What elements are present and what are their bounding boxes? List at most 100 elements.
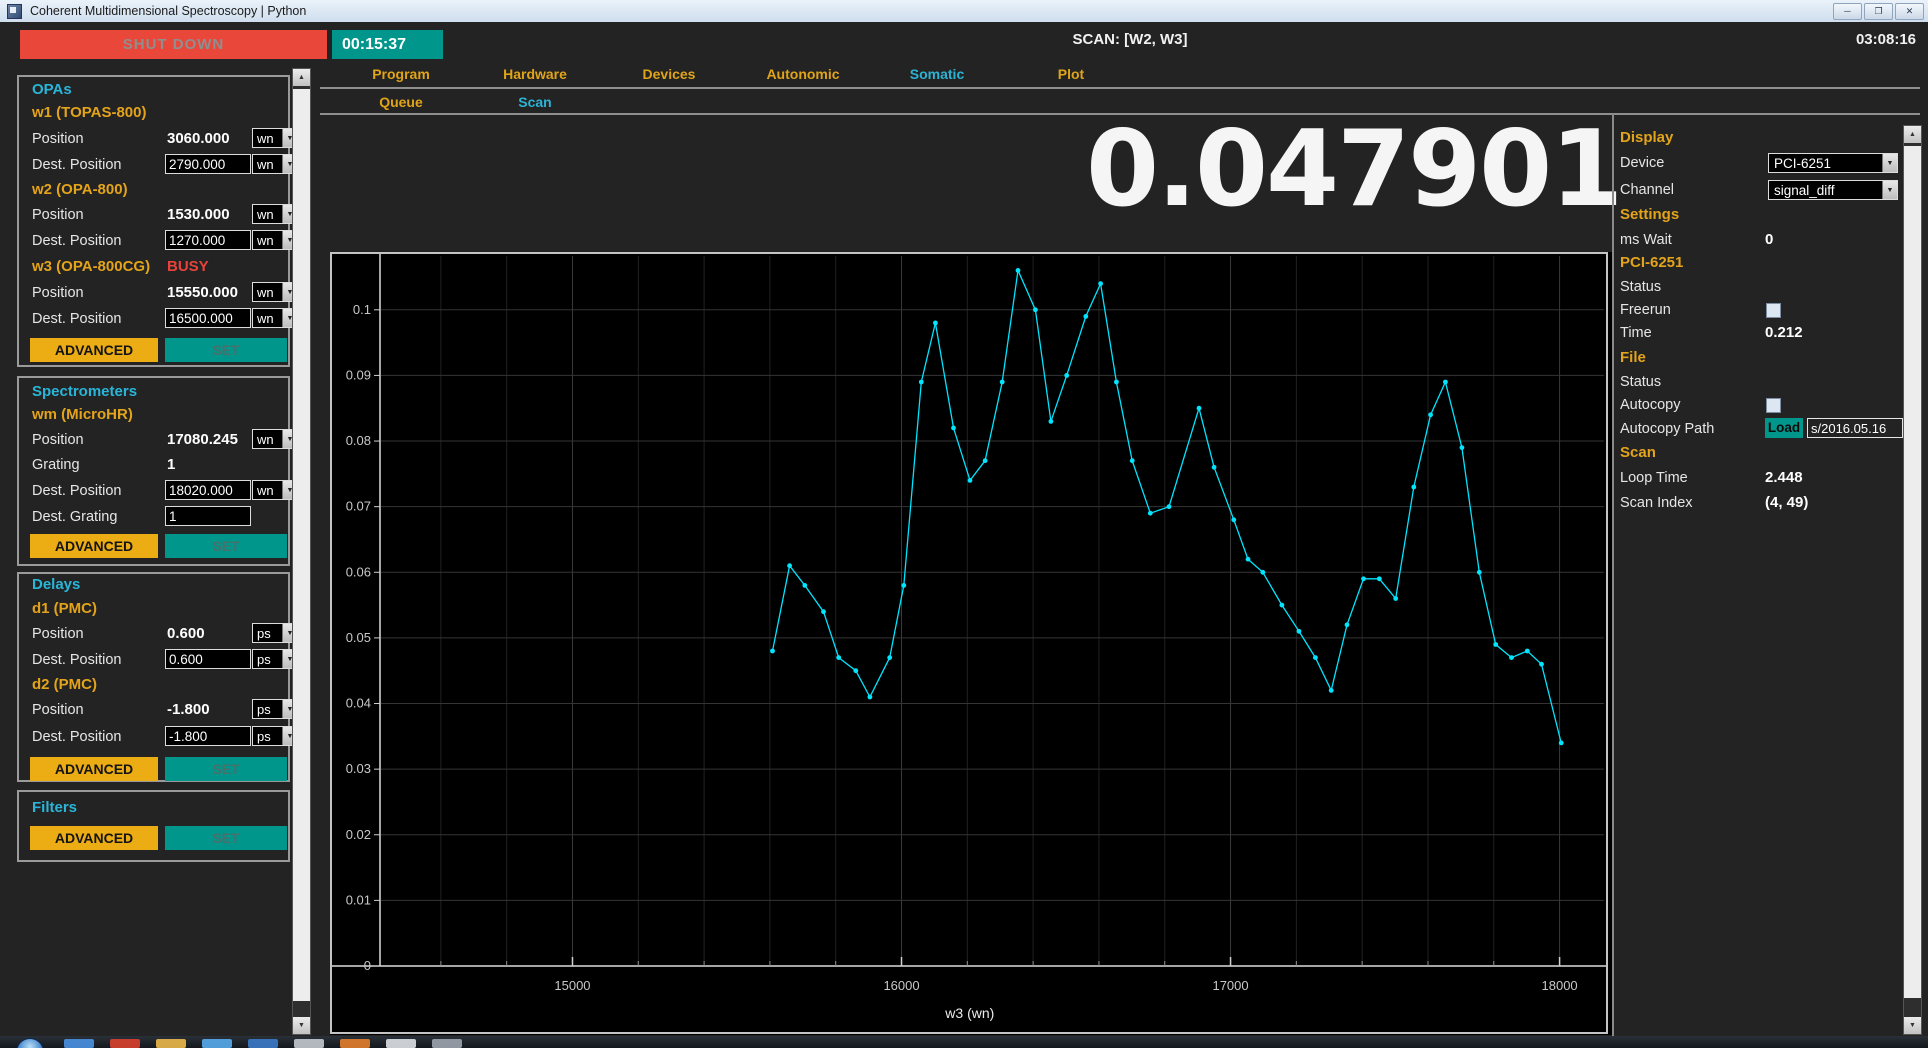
spectrometers-set-button[interactable]: SET bbox=[165, 534, 287, 558]
autocopy-path-row: Autocopy Path Load bbox=[1620, 418, 1902, 440]
delays-advanced-button[interactable]: ADVANCED bbox=[30, 757, 158, 781]
svg-text:0.07: 0.07 bbox=[346, 499, 371, 514]
d2-dest-input[interactable] bbox=[165, 726, 251, 746]
taskbar-app-2[interactable] bbox=[110, 1039, 140, 1048]
taskbar-app-5[interactable] bbox=[248, 1039, 278, 1048]
w3-position-row: Position 15550.000 wn ▼ bbox=[30, 282, 284, 304]
spectrometers-header: Spectrometers bbox=[32, 381, 137, 403]
taskbar[interactable] bbox=[0, 1036, 1928, 1048]
sidebar-scrollbar[interactable]: ▲ ▼ bbox=[292, 68, 311, 1035]
sidebar-scrollbar-thumb[interactable] bbox=[293, 89, 310, 1001]
scan-index-row: Scan Index (4, 49) bbox=[1620, 492, 1902, 514]
scroll-up-icon[interactable]: ▲ bbox=[293, 69, 310, 86]
chevron-down-icon[interactable]: ▼ bbox=[1882, 181, 1897, 199]
device-dropdown[interactable]: PCI-6251 ▼ bbox=[1768, 153, 1898, 173]
tab-autonomic[interactable]: Autonomic bbox=[736, 66, 870, 82]
filters-advanced-button[interactable]: ADVANCED bbox=[30, 826, 158, 850]
w1-position-value: 3060.000 bbox=[167, 128, 249, 150]
close-button[interactable]: ✕ bbox=[1895, 3, 1924, 20]
w1-dest-row: Dest. Position wn ▼ bbox=[30, 154, 284, 176]
wm-position-value: 17080.245 bbox=[167, 429, 249, 451]
scan-header: Scan bbox=[1620, 444, 1656, 461]
chevron-down-icon[interactable]: ▼ bbox=[1882, 154, 1897, 172]
position-label: Position bbox=[32, 128, 84, 150]
tab-underline bbox=[320, 87, 1920, 89]
taskbar-app-7[interactable] bbox=[340, 1039, 370, 1048]
d1-position-row: Position 0.600 ps ▼ bbox=[30, 623, 284, 645]
minimize-button[interactable]: ─ bbox=[1833, 3, 1862, 20]
taskbar-app-6[interactable] bbox=[294, 1039, 324, 1048]
spectrometers-panel: Spectrometers wm (MicroHR) Position 1708… bbox=[17, 376, 290, 566]
w3-busy-badge: BUSY bbox=[167, 256, 209, 278]
tab-devices[interactable]: Devices bbox=[602, 66, 736, 82]
tab-somatic[interactable]: Somatic bbox=[870, 66, 1004, 82]
shutdown-button[interactable]: SHUT DOWN bbox=[20, 30, 327, 59]
tab-plot[interactable]: Plot bbox=[1004, 66, 1138, 82]
start-button[interactable] bbox=[16, 1038, 44, 1048]
filters-set-button[interactable]: SET bbox=[165, 826, 287, 850]
file-header: File bbox=[1620, 349, 1646, 366]
svg-text:0.1: 0.1 bbox=[353, 302, 371, 317]
time-label: Time bbox=[1620, 322, 1652, 344]
tab-hardware[interactable]: Hardware bbox=[468, 66, 602, 82]
scroll-up-icon[interactable]: ▲ bbox=[1904, 126, 1921, 143]
taskbar-app-4[interactable] bbox=[202, 1039, 232, 1048]
pci-header: PCI-6251 bbox=[1620, 254, 1683, 271]
d2-position-row: Position -1.800 ps ▼ bbox=[30, 699, 284, 721]
position-label: Position bbox=[32, 204, 84, 226]
taskbar-app-1[interactable] bbox=[64, 1039, 94, 1048]
channel-label: Channel bbox=[1620, 179, 1674, 201]
svg-text:15000: 15000 bbox=[554, 978, 590, 993]
device-row: Device PCI-6251 ▼ bbox=[1620, 152, 1902, 174]
scan-status: SCAN: [W2, W3] bbox=[940, 30, 1320, 50]
delays-set-button[interactable]: SET bbox=[165, 757, 287, 781]
ms-wait-row: ms Wait 0 bbox=[1620, 229, 1902, 251]
d2-header: d2 (PMC) bbox=[32, 674, 97, 696]
loop-time-value: 2.448 bbox=[1765, 467, 1803, 489]
freerun-row: Freerun bbox=[1620, 299, 1902, 321]
d1-position-value: 0.600 bbox=[167, 623, 249, 645]
pci-status-row: Status bbox=[1620, 276, 1902, 298]
freerun-checkbox[interactable] bbox=[1766, 303, 1781, 318]
spectrometers-advanced-button[interactable]: ADVANCED bbox=[30, 534, 158, 558]
opas-advanced-button[interactable]: ADVANCED bbox=[30, 338, 158, 362]
delays-header: Delays bbox=[32, 574, 80, 596]
d1-dest-input[interactable] bbox=[165, 649, 251, 669]
maximize-button[interactable]: ❐ bbox=[1864, 3, 1893, 20]
taskbar-app-3[interactable] bbox=[156, 1039, 186, 1048]
opas-header: OPAs bbox=[32, 79, 72, 101]
position-label: Position bbox=[32, 282, 84, 304]
opas-set-button[interactable]: SET bbox=[165, 338, 287, 362]
autocopy-checkbox[interactable] bbox=[1766, 398, 1781, 413]
taskbar-app-8[interactable] bbox=[386, 1039, 416, 1048]
w2-dest-input[interactable] bbox=[165, 230, 251, 250]
right-panel-scrollbar-thumb[interactable] bbox=[1904, 146, 1921, 998]
file-status-row: Status bbox=[1620, 371, 1902, 393]
scan-index-value: (4, 49) bbox=[1765, 492, 1808, 514]
taskbar-app-9[interactable] bbox=[432, 1039, 462, 1048]
time-value: 0.212 bbox=[1765, 322, 1803, 344]
right-panel-scrollbar[interactable]: ▲ ▼ bbox=[1903, 125, 1922, 1035]
wm-dest-grating-input[interactable] bbox=[165, 506, 251, 526]
tab-program[interactable]: Program bbox=[334, 66, 468, 82]
load-button[interactable]: Load bbox=[1765, 418, 1803, 438]
title-bar[interactable]: Coherent Multidimensional Spectroscopy |… bbox=[0, 0, 1928, 22]
device-label: Device bbox=[1620, 152, 1664, 174]
autocopy-label: Autocopy bbox=[1620, 394, 1680, 416]
autocopy-path-input[interactable] bbox=[1807, 418, 1903, 438]
scroll-down-icon[interactable]: ▼ bbox=[1904, 1017, 1921, 1034]
channel-dropdown[interactable]: signal_diff ▼ bbox=[1768, 180, 1898, 200]
scroll-down-icon[interactable]: ▼ bbox=[293, 1017, 310, 1034]
w3-dest-input[interactable] bbox=[165, 308, 251, 328]
dest-position-label: Dest. Position bbox=[32, 480, 121, 502]
subtab-queue[interactable]: Queue bbox=[334, 94, 468, 110]
system-clock: 03:08:16 bbox=[1828, 30, 1916, 50]
file-status-label: Status bbox=[1620, 371, 1661, 393]
wm-dest-input[interactable] bbox=[165, 480, 251, 500]
d1-dest-row: Dest. Position ps ▼ bbox=[30, 649, 284, 671]
scan-index-label: Scan Index bbox=[1620, 492, 1693, 514]
w1-dest-input[interactable] bbox=[165, 154, 251, 174]
position-label: Position bbox=[32, 623, 84, 645]
subtab-scan[interactable]: Scan bbox=[468, 94, 602, 110]
dest-position-label: Dest. Position bbox=[32, 726, 121, 748]
